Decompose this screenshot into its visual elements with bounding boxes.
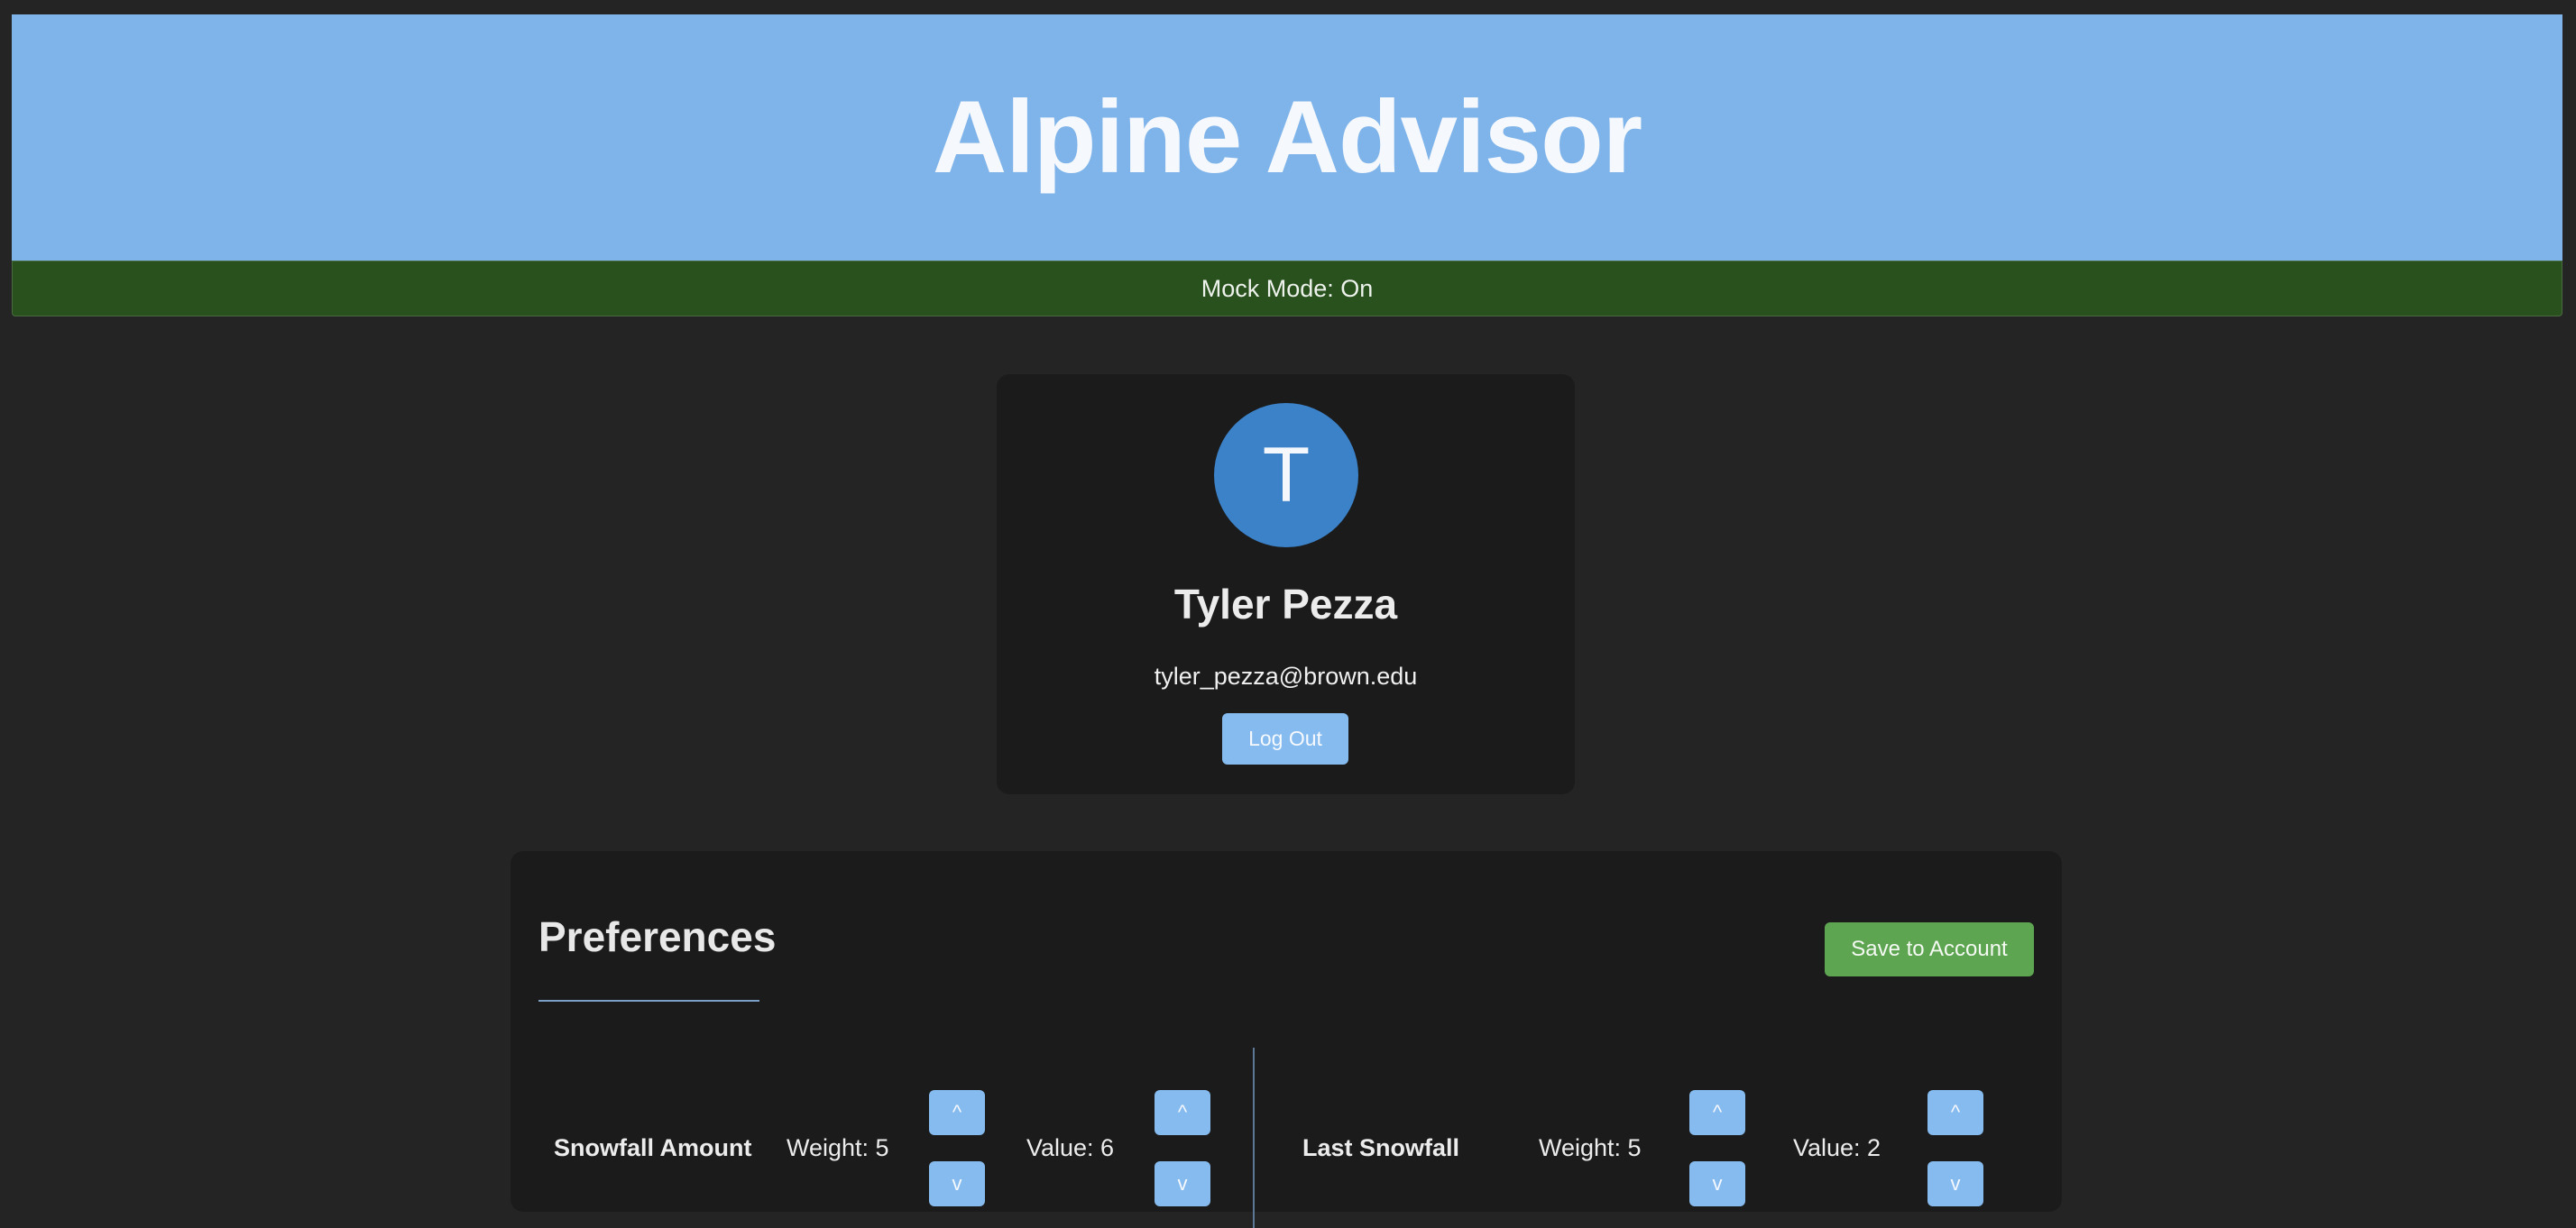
weight-decrease-button[interactable]: v [929, 1161, 985, 1206]
profile-name: Tyler Pezza [1173, 581, 1398, 628]
preference-value: Value: 6 [1026, 1134, 1115, 1161]
avatar-initial: T [1262, 431, 1311, 518]
mock-mode-banner: Mock Mode: On [12, 261, 2562, 316]
preferences-title: Preferences [538, 913, 777, 960]
value-decrease-button[interactable]: v [1155, 1161, 1210, 1206]
app-title: Alpine Advisor [932, 80, 1642, 195]
avatar: T [1214, 403, 1358, 547]
preference-value: Value: 2 [1793, 1134, 1881, 1161]
weight-increase-button[interactable]: ^ [1689, 1090, 1745, 1135]
value-increase-button[interactable]: ^ [1155, 1090, 1210, 1135]
logout-button[interactable]: Log Out [1222, 713, 1348, 765]
preferences-title-underline [538, 1000, 759, 1002]
preference-weight: Weight: 5 [1539, 1134, 1642, 1161]
preference-label: Snowfall Amount [554, 1134, 752, 1161]
preference-label: Last Snowfall [1302, 1134, 1460, 1161]
profile-card: T Tyler Pezza tyler_pezza@brown.edu Log … [997, 374, 1575, 794]
mock-mode-label: Mock Mode: On [1201, 274, 1374, 302]
weight-decrease-button[interactable]: v [1689, 1161, 1745, 1206]
preference-weight: Weight: 5 [787, 1134, 889, 1161]
window-top-strip [0, 0, 2576, 13]
preferences-column-divider [1253, 1048, 1255, 1228]
preferences-card: Preferences Save to Account Snowfall Amo… [511, 851, 2062, 1228]
app-header: Alpine Advisor [12, 14, 2562, 261]
value-increase-button[interactable]: ^ [1927, 1090, 1983, 1135]
weight-increase-button[interactable]: ^ [929, 1090, 985, 1135]
profile-email: tyler_pezza@brown.edu [1154, 663, 1418, 690]
value-decrease-button[interactable]: v [1927, 1161, 1983, 1206]
save-to-account-button[interactable]: Save to Account [1825, 922, 2034, 976]
